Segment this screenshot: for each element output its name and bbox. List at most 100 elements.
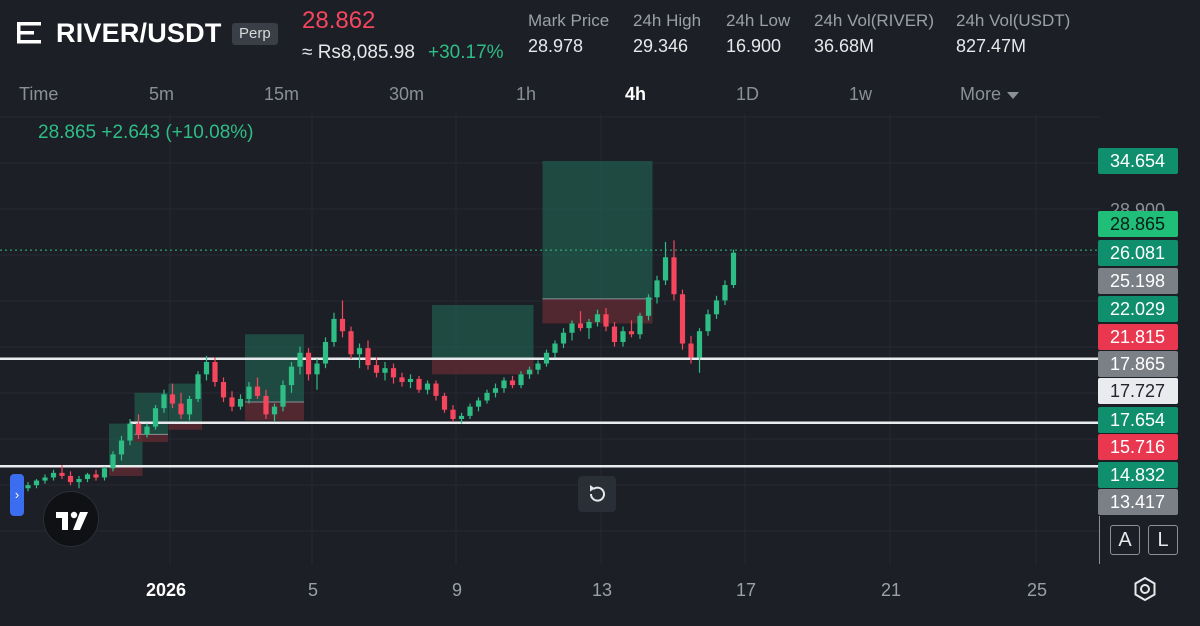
candle-body [169,394,176,404]
candle-body [730,252,737,286]
candle-body [509,380,516,386]
candle-body [526,369,533,375]
stat-value-24h-vol-river: 36.68M [814,36,875,56]
reset-icon[interactable] [578,476,616,512]
candle-body [501,380,507,389]
tf-30m[interactable]: 30m [389,84,424,105]
candle-body [76,479,82,483]
candle-body [127,423,133,441]
stat-value-24h-high: 29.346 [633,36,689,56]
candle-body [586,321,592,329]
candle-body [594,314,601,322]
candle-body [33,480,40,486]
tf-1h[interactable]: 1h [516,84,536,105]
tf-15m[interactable]: 15m [264,84,299,105]
price-label: 13.417 [1098,489,1178,515]
time-tick: 5 [307,580,319,600]
stat-label-24h-vol-river: 24h Vol(RIVER) [814,11,934,30]
profit-zone [542,161,653,299]
candle-body [552,343,558,353]
candle-body [348,331,354,355]
candle-body [560,332,567,344]
tf-5m[interactable]: 5m [149,84,174,105]
candle-body [305,352,312,375]
candle-body [288,366,295,386]
tradingview-logo-icon[interactable] [43,491,99,547]
candle-body [620,331,626,342]
stat-value-24h-low: 16.900 [726,36,782,56]
candle-body [484,392,490,401]
loss-zone [134,434,168,443]
candle-body [118,440,125,455]
candle-body [331,318,337,342]
candle-body [441,395,448,410]
candle-body [382,368,388,373]
candle-body [246,386,252,399]
price-label-crosshair: 17.727 [1098,378,1178,404]
candle-body [645,297,652,316]
settings-icon[interactable] [1131,575,1159,603]
candle-body [339,318,346,332]
candle-body [492,388,499,393]
tradingview-logo-glyph [56,511,88,530]
candle-body [195,374,201,399]
candle-body [263,395,269,415]
stat-label-24h-high: 24h High [633,11,702,30]
candle-body [611,326,618,342]
chevron-right-icon[interactable]: › [10,474,24,516]
profit-zone [432,305,534,359]
candle-body [713,300,720,315]
scale-divider [1099,516,1100,564]
time-tick: 9 [451,580,463,600]
stat-value-mark-price: 28.978 [528,36,584,56]
reset-glyph [589,485,605,502]
candle-body [297,352,303,367]
candle-body [271,406,278,415]
tf-1d[interactable]: 1D [736,84,759,105]
candle-body [280,385,286,407]
time-tick: 17 [735,580,757,600]
candle-body [161,394,167,409]
tf-more-label: More [960,84,1002,104]
stat-value-24h-vol-usdt: 827.47M [956,36,1027,56]
candle-body [237,398,244,407]
fiat-price: ≈ Rs8,085.98 [302,42,415,63]
candle-body [356,348,363,355]
chart-canvas[interactable] [0,114,1100,564]
caret-down-icon [1007,91,1020,99]
log-scale-button[interactable]: L [1148,525,1178,555]
candle-body [186,398,193,415]
time-tick: 21 [880,580,902,600]
candle-body [458,415,465,419]
tf-time[interactable]: Time [19,84,58,105]
profit-zone [245,334,304,403]
candle-body [577,323,584,329]
price-label: 17.865 [1098,351,1178,377]
candle-body [671,257,677,295]
tf-more-dropdown[interactable]: More [960,84,1020,105]
candle-body [450,409,456,419]
candle-body [679,294,686,344]
auto-scale-button[interactable]: A [1110,525,1140,555]
time-tick: 25 [1026,580,1048,600]
tf-4h[interactable]: 4h [625,84,646,105]
candle-body [688,343,694,358]
ticker-header: RIVER/USDT Perp 28.862 ≈ Rs8,085.98 +30.… [0,0,1200,76]
candle-body [399,377,405,383]
candle-body [84,474,91,480]
tf-1w[interactable]: 1w [849,84,872,105]
ohlc-legend: 28.865 +2.643 (+10.08%) [38,122,254,143]
time-axis[interactable]: 2026 5 9 13 17 21 25 [0,564,1200,626]
candle-body [373,365,380,373]
candle-body [212,362,218,383]
price-scale[interactable]: 28.900 34.654 28.865 26.081 25.198 22.02… [1098,114,1200,564]
price-label: 26.081 [1098,240,1178,266]
candle-body [467,406,473,416]
change-percent: +30.17% [428,42,504,63]
candlestick-chart[interactable] [0,114,1100,564]
candle-body [42,477,48,481]
pair-title[interactable]: RIVER/USDT [56,18,222,49]
candle-body [25,485,31,489]
menu-icon[interactable] [16,19,42,47]
candle-body [322,341,329,364]
